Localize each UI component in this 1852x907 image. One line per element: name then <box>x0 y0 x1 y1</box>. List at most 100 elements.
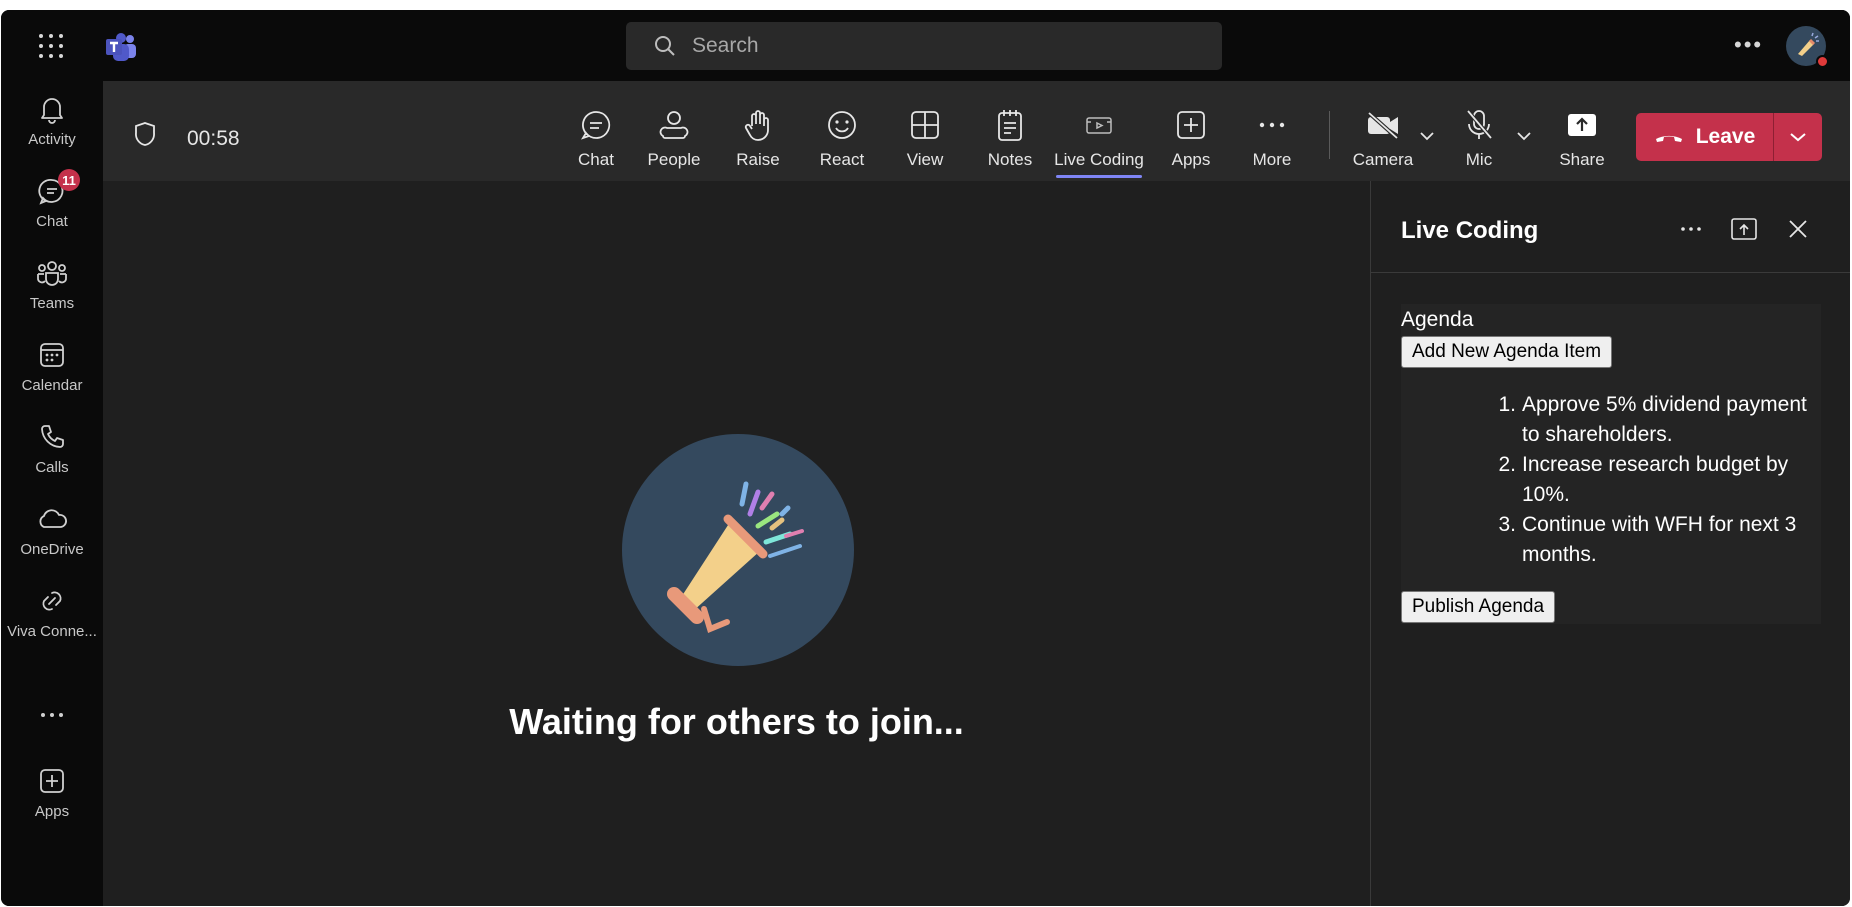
people-icon <box>656 107 692 143</box>
agenda-item: 2. Increase research budget by 10%. <box>1498 450 1818 510</box>
agenda-item-text: 10%. <box>1522 483 1570 506</box>
live-coding-label: Live Coding <box>1054 150 1144 169</box>
popout-icon <box>1731 218 1757 240</box>
view-button[interactable]: View <box>903 107 947 170</box>
share-button[interactable]: Share <box>1556 107 1608 170</box>
agenda-item-text: Continue with WFH for next 3 <box>1522 513 1797 536</box>
leave-options-button[interactable] <box>1774 113 1822 161</box>
agenda-item-text: Approve 5% dividend payment <box>1522 393 1807 416</box>
publish-agenda-button[interactable]: Publish Agenda <box>1401 591 1556 623</box>
more-horizontal-icon <box>36 699 68 731</box>
search-icon <box>655 36 675 56</box>
settings-more-icon[interactable]: ••• <box>1734 32 1763 58</box>
meeting-stage: Waiting for others to join... <box>103 181 1370 906</box>
panel-more-button[interactable] <box>1677 215 1705 243</box>
view-label: View <box>906 150 944 169</box>
agenda-item-text: to shareholders. <box>1522 423 1673 446</box>
raise-label: Raise <box>736 150 780 169</box>
app-rail: Activity 11 Chat Teams Calendar Calls On… <box>1 81 103 906</box>
unread-badge: 11 <box>58 169 80 191</box>
people-label: People <box>647 150 701 169</box>
more-button[interactable]: More <box>1250 107 1294 170</box>
sidebar-item-activity[interactable]: Activity <box>1 93 103 148</box>
more-horizontal-icon <box>1681 227 1701 231</box>
camera-label: Camera <box>1352 150 1414 169</box>
apps-button[interactable]: Apps <box>1169 107 1213 170</box>
toolbar-divider <box>1329 111 1330 159</box>
chat-label: Chat <box>578 150 614 169</box>
sidebar-item-calls[interactable]: Calls <box>1 421 103 476</box>
cloud-icon <box>36 503 68 535</box>
notes-button[interactable]: Notes <box>985 107 1035 170</box>
bell-icon <box>36 93 68 125</box>
share-label: Share <box>1559 150 1605 169</box>
camera-options-chevron-icon[interactable] <box>1419 131 1435 141</box>
agenda-item-text: months. <box>1522 543 1597 566</box>
meeting-toolbar: 00:58 Chat People Raise React View Notes… <box>103 81 1850 181</box>
notes-label: Notes <box>987 150 1033 169</box>
sidebar-item-label: Activity <box>28 131 76 148</box>
teams-window: Search ••• Activity 11 Chat Teams Calend… <box>1 10 1850 906</box>
emoji-icon <box>824 107 860 143</box>
meeting-timer: 00:58 <box>187 127 240 150</box>
sidebar-more-apps[interactable] <box>1 699 103 731</box>
mic-button[interactable]: Mic <box>1459 107 1499 170</box>
leave-button[interactable]: Leave <box>1636 113 1774 161</box>
sidebar-item-apps[interactable]: Apps <box>1 765 103 820</box>
more-label: More <box>1252 150 1292 169</box>
sidebar-item-label: Chat <box>36 213 68 230</box>
mic-off-icon <box>1461 107 1497 143</box>
more-horizontal-icon <box>1254 107 1290 143</box>
live-coding-app-icon <box>1081 107 1117 143</box>
add-app-icon <box>1173 107 1209 143</box>
search-input[interactable]: Search <box>626 22 1222 70</box>
chat-button[interactable]: Chat <box>571 107 621 170</box>
raise-hand-icon <box>740 107 776 143</box>
react-button[interactable]: React <box>817 107 867 170</box>
agenda-item-number: 2. <box>1498 453 1516 476</box>
live-coding-tab[interactable]: Live Coding <box>1054 107 1144 178</box>
sidebar-item-calendar[interactable]: Calendar <box>1 339 103 394</box>
apps-label: Apps <box>1171 150 1211 169</box>
sidebar-item-viva-connections[interactable]: Viva Conne... <box>1 585 103 640</box>
agenda-section: Agenda Add New Agenda Item 1. Approve 5%… <box>1401 304 1821 624</box>
agenda-item-number: 1. <box>1498 393 1516 416</box>
teams-icon <box>36 257 68 289</box>
app-launcher-icon[interactable] <box>39 34 63 58</box>
shield-icon[interactable] <box>133 121 157 147</box>
close-panel-button[interactable] <box>1784 215 1812 243</box>
sidebar-item-onedrive[interactable]: OneDrive <box>1 503 103 558</box>
agenda-item: 1. Approve 5% dividend payment to shareho… <box>1498 390 1818 450</box>
mic-options-chevron-icon[interactable] <box>1516 131 1532 141</box>
viva-connections-icon <box>36 585 68 617</box>
share-screen-icon <box>1564 107 1600 143</box>
camera-button[interactable]: Camera <box>1353 107 1413 170</box>
add-agenda-item-button[interactable]: Add New Agenda Item <box>1401 336 1613 368</box>
teams-logo-icon <box>106 33 136 61</box>
sidebar-item-label: Viva Conne... <box>7 623 97 640</box>
waiting-illustration <box>622 434 854 666</box>
raise-hand-button[interactable]: Raise <box>733 107 783 170</box>
presence-busy-icon <box>1816 55 1829 68</box>
leave-label: Leave <box>1695 125 1756 148</box>
panel-title: Live Coding <box>1401 217 1539 244</box>
agenda-item: 3. Continue with WFH for next 3 months. <box>1498 510 1818 570</box>
sidebar-item-label: Teams <box>29 295 75 312</box>
phone-icon <box>36 421 68 453</box>
leave-button-group: Leave <box>1636 113 1822 161</box>
agenda-item-number: 3. <box>1498 513 1516 536</box>
hang-up-icon <box>1655 135 1682 142</box>
people-button[interactable]: People <box>644 107 704 170</box>
mic-label: Mic <box>1465 150 1493 169</box>
agenda-heading: Agenda <box>1401 308 1474 331</box>
agenda-list: 1. Approve 5% dividend payment to shareho… <box>1498 390 1818 570</box>
agenda-item-text: Increase research budget by <box>1522 453 1789 476</box>
sidebar-item-chat[interactable]: 11 Chat <box>1 169 103 230</box>
popout-button[interactable] <box>1730 215 1758 243</box>
sidebar-item-label: Calls <box>35 459 69 476</box>
chat-icon: 11 <box>36 169 80 207</box>
avatar[interactable] <box>1786 26 1829 68</box>
chat-icon <box>578 107 614 143</box>
active-tab-indicator <box>1056 175 1142 178</box>
sidebar-item-teams[interactable]: Teams <box>1 257 103 312</box>
